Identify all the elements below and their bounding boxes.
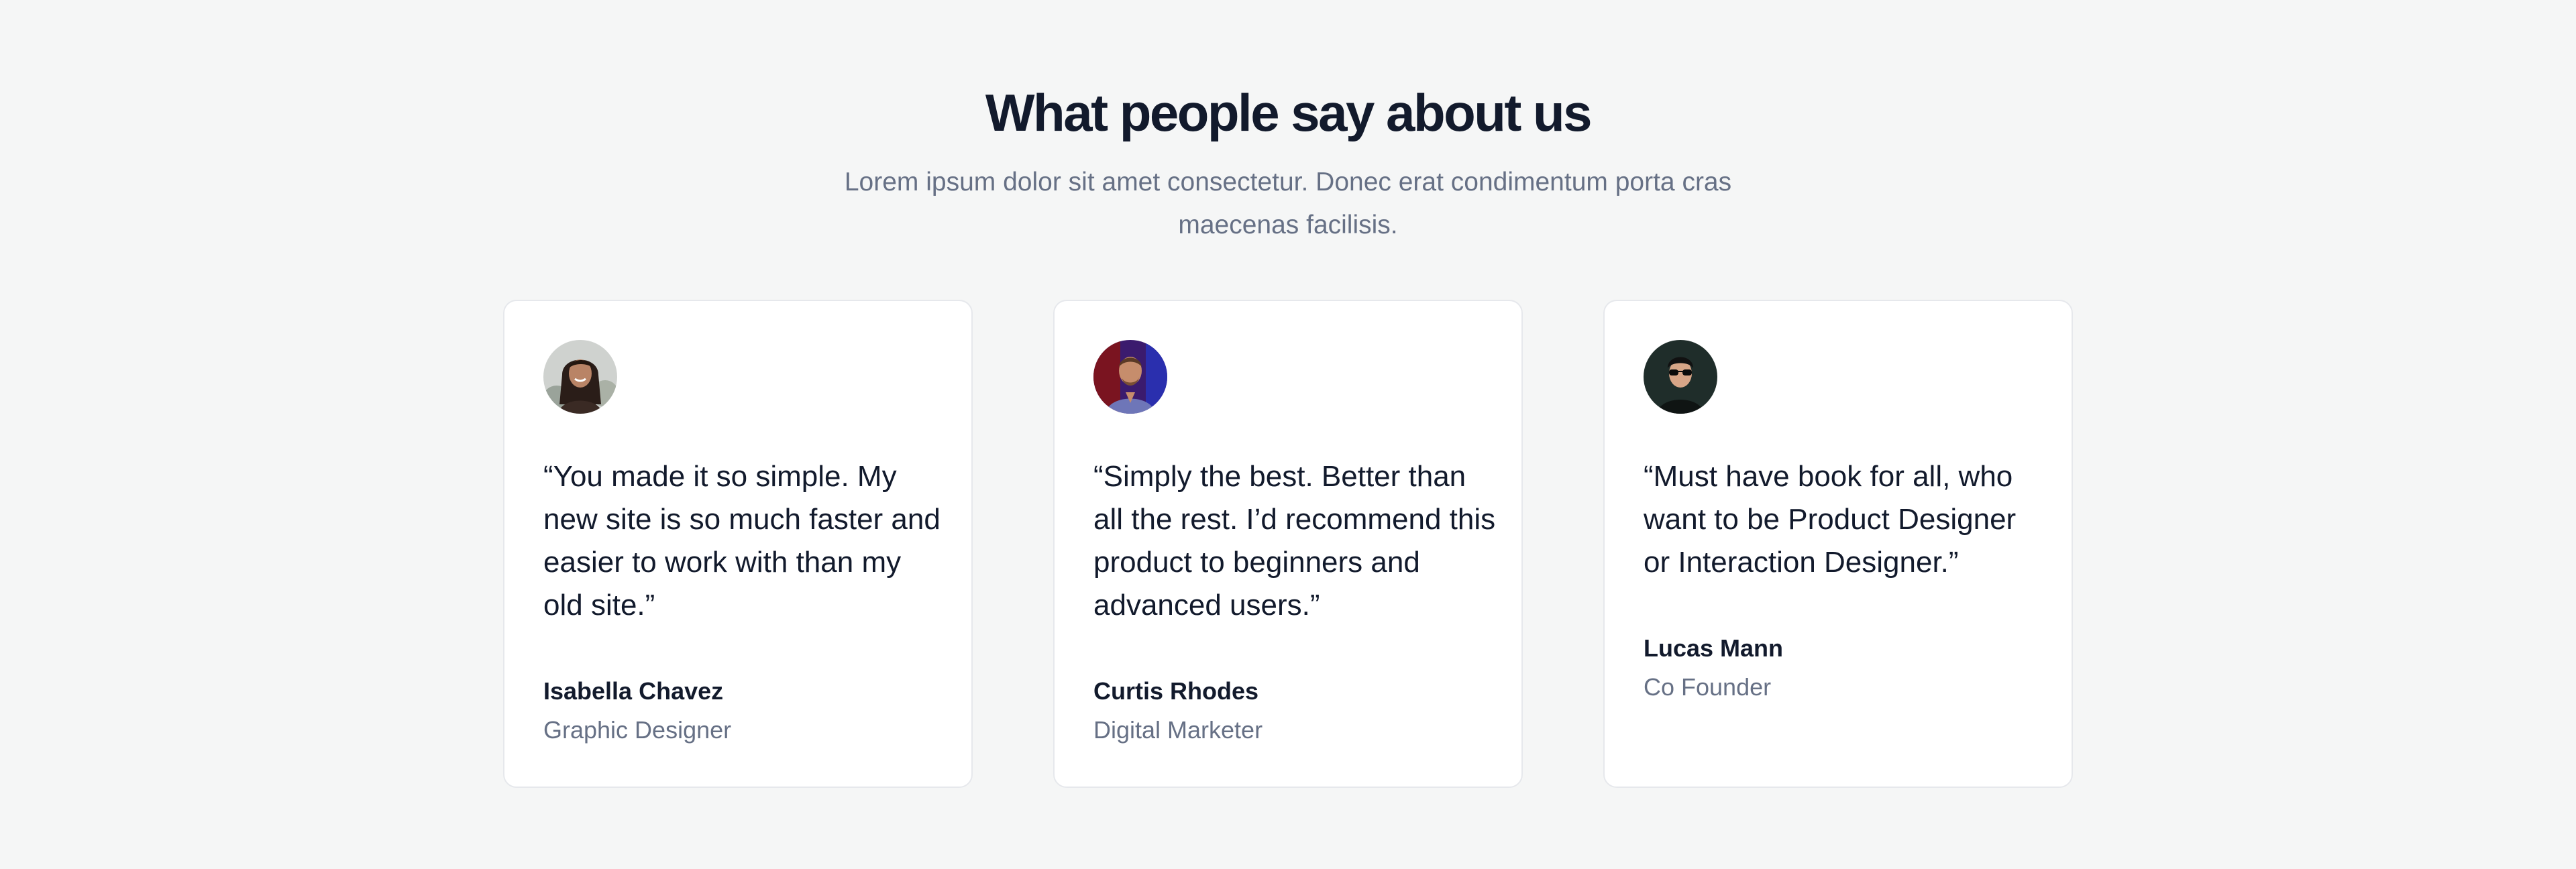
avatar xyxy=(1644,340,1717,414)
testimonial-quote: “Must have book for all, who want to be … xyxy=(1644,460,2017,579)
testimonial-author-name: Isabella Chavez xyxy=(543,677,724,705)
testimonial-quote: “You made it so simple. My new site is s… xyxy=(543,460,941,622)
avatar-photo-woman-icon xyxy=(543,340,617,414)
testimonial-author-role: Digital Marketer xyxy=(1093,716,1263,744)
testimonial-quote: “Simply the best. Better than all the re… xyxy=(1093,460,1496,622)
avatar-photo-man-icon xyxy=(1093,340,1167,414)
testimonial-card: “You made it so simple. My new site is s… xyxy=(503,300,973,788)
avatar xyxy=(1093,340,1167,414)
testimonial-author-role: Graphic Designer xyxy=(543,716,732,744)
section-title: What people say about us xyxy=(985,83,1593,142)
testimonials-section: What people say about us Lorem ipsum dol… xyxy=(0,0,2576,869)
testimonial-author-name: Curtis Rhodes xyxy=(1093,677,1259,705)
avatar xyxy=(543,340,617,414)
testimonial-card: “Simply the best. Better than all the re… xyxy=(1053,300,1523,788)
testimonial-card: “Must have book for all, who want to be … xyxy=(1603,300,2073,788)
section-subtitle: Lorem ipsum dolor sit amet consectetur. … xyxy=(844,168,1732,239)
testimonial-author-name: Lucas Mann xyxy=(1644,634,1784,662)
avatar-photo-man-sunglasses-icon xyxy=(1644,340,1717,414)
testimonial-author-role: Co Founder xyxy=(1644,673,1772,701)
